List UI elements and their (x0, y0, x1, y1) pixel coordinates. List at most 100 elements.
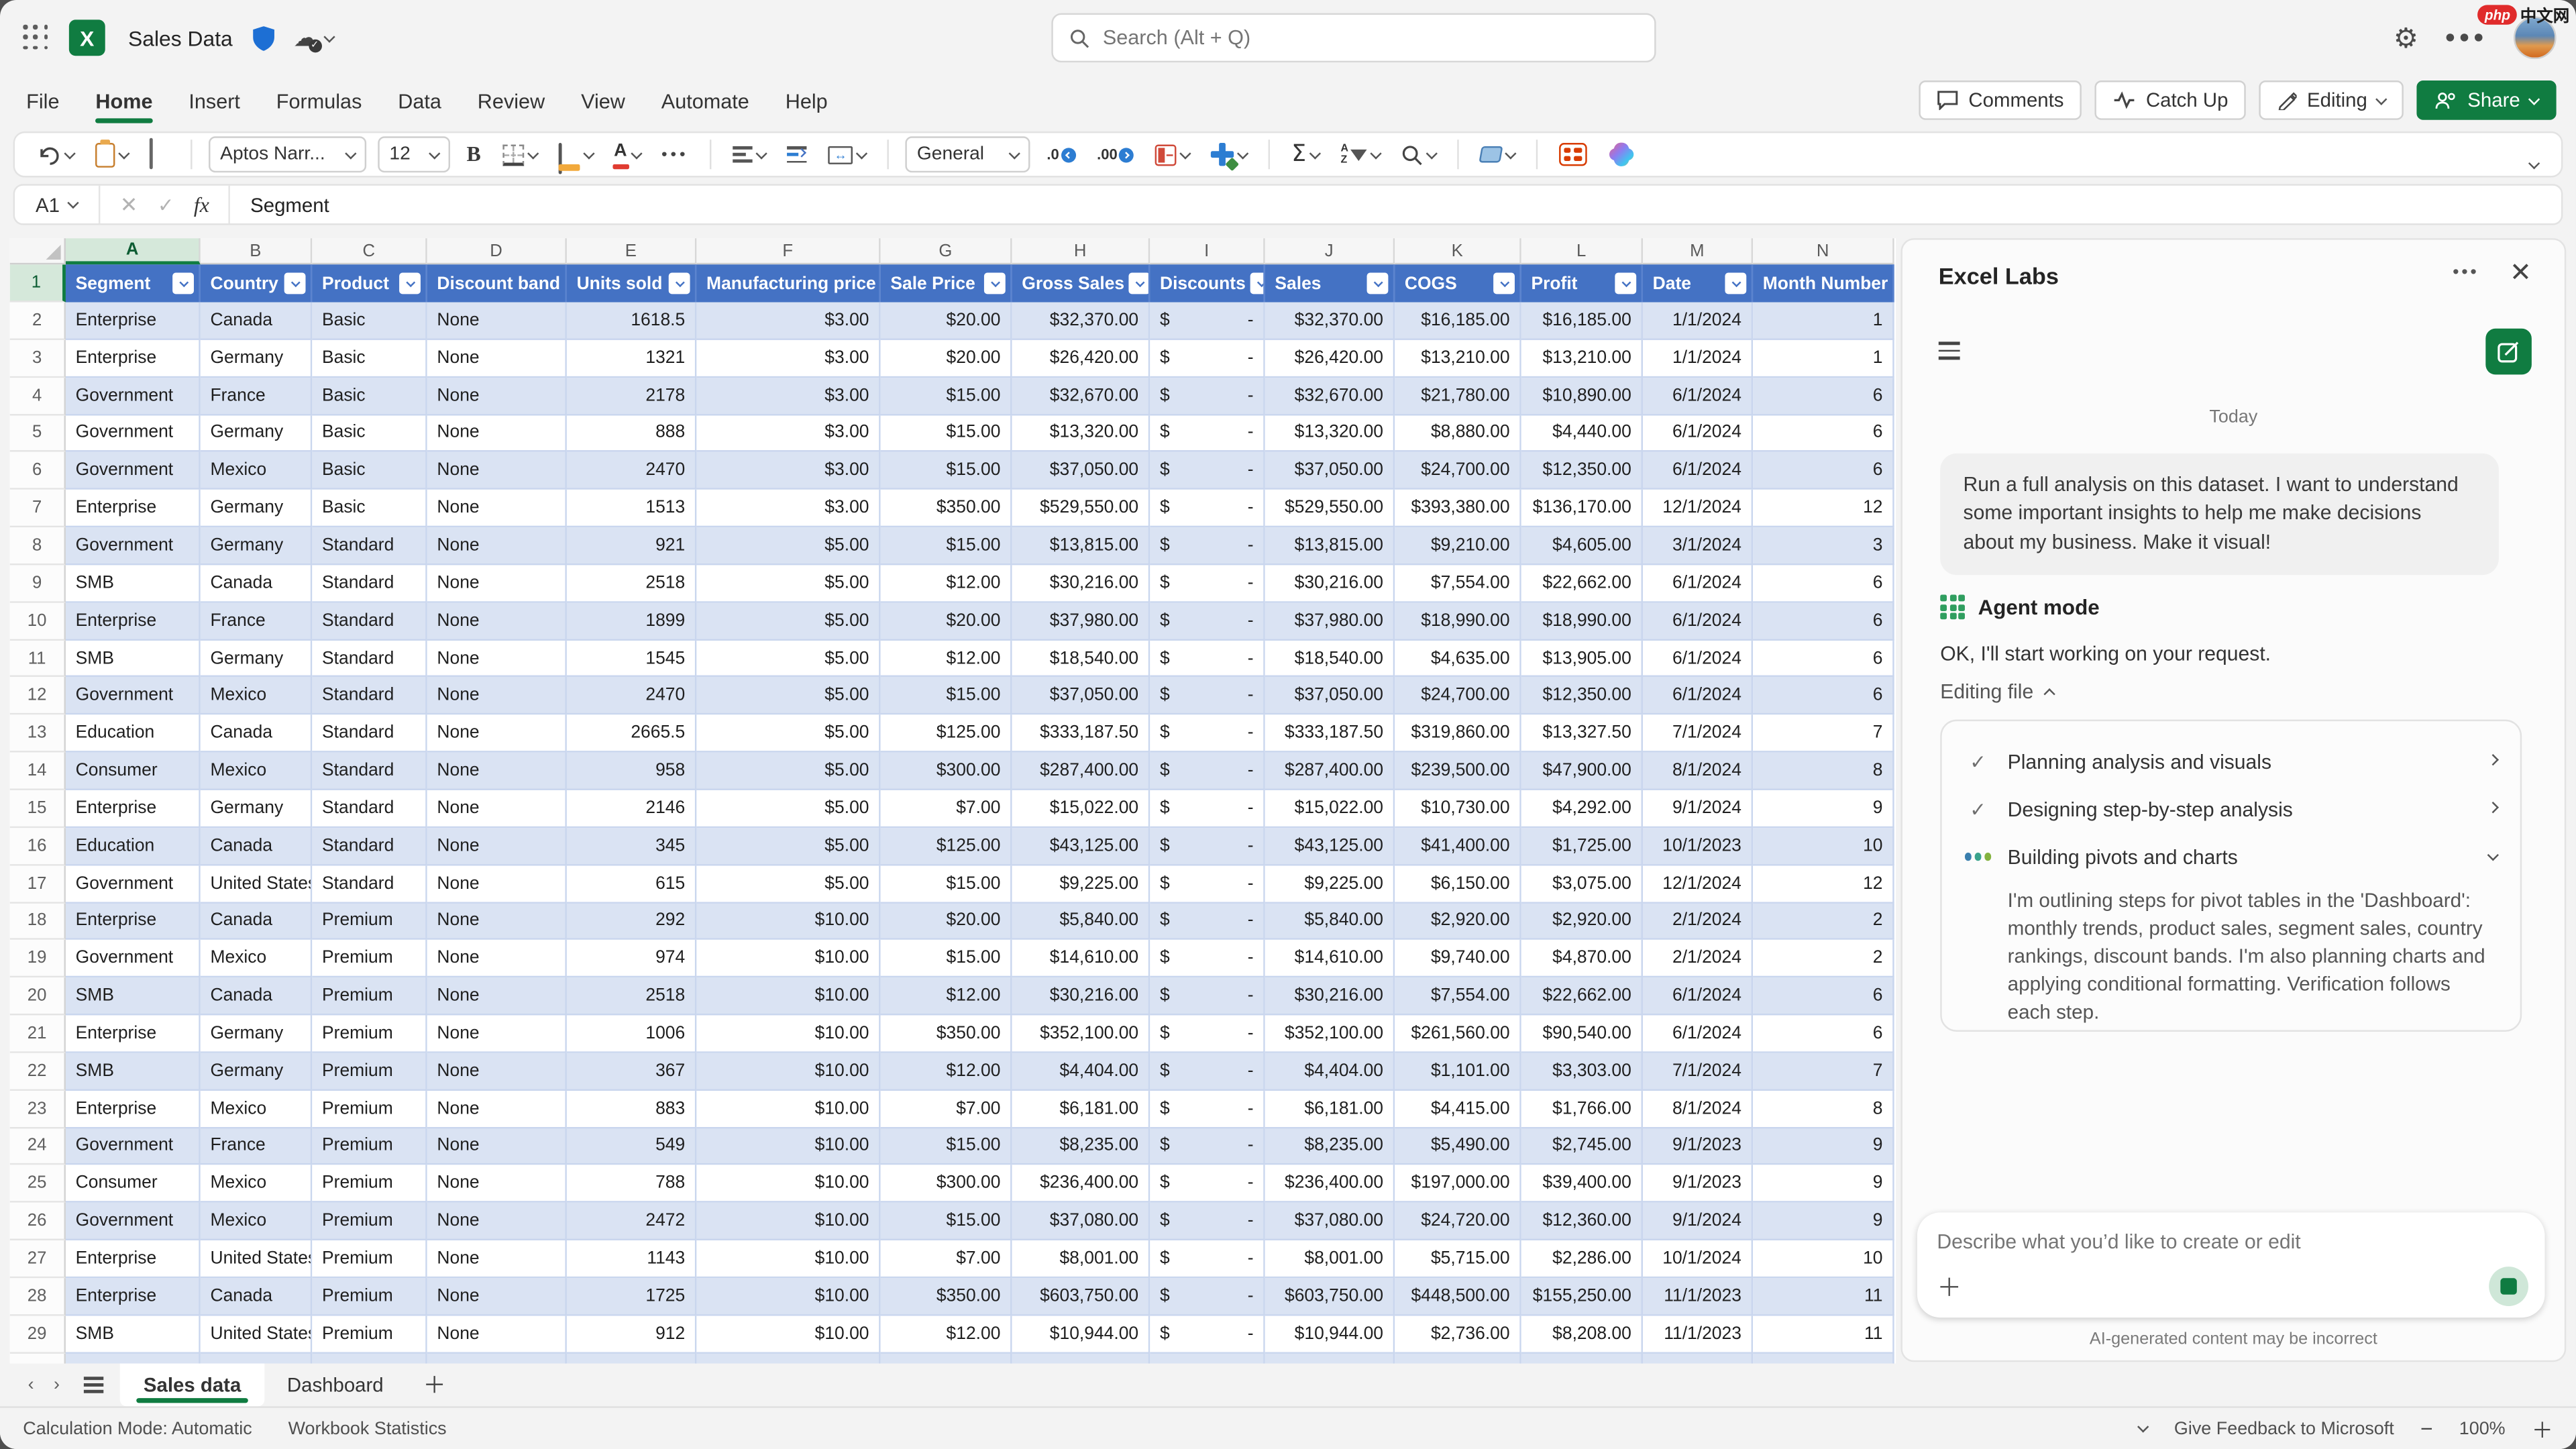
ribbon-collapse-button[interactable] (2530, 146, 2538, 176)
cell[interactable]: $9,210.00 (1395, 527, 1521, 565)
cell[interactable]: $- (1150, 1240, 1265, 1278)
cell[interactable]: $13,210.00 (1395, 340, 1521, 378)
header-cell-country[interactable]: Country (201, 264, 313, 302)
column-header-H[interactable]: H (1012, 238, 1150, 264)
cell[interactable]: $5.00 (696, 865, 880, 903)
cell[interactable]: $10,944.00 (1012, 1316, 1150, 1353)
cell[interactable]: 615 (567, 865, 696, 903)
cell[interactable] (1265, 1353, 1395, 1364)
cell[interactable]: SMB (66, 1053, 201, 1090)
cell[interactable]: $22,662.00 (1521, 565, 1643, 602)
cell[interactable]: 9 (1753, 1165, 1894, 1203)
row-header-12[interactable]: 12 (10, 678, 66, 715)
cell[interactable]: None (427, 602, 567, 640)
menu-tab-formulas[interactable]: Formulas (276, 80, 362, 123)
column-header-M[interactable]: M (1643, 238, 1753, 264)
menu-tab-insert[interactable]: Insert (189, 80, 240, 123)
cell[interactable]: $24,700.00 (1395, 452, 1521, 490)
agent-step-planning-analysis-and-visuals[interactable]: ✓Planning analysis and visuals (1965, 738, 2497, 786)
cell[interactable]: $3,075.00 (1521, 865, 1643, 903)
merge-cells-button[interactable]: ↔ (823, 142, 871, 167)
cell[interactable]: SMB (66, 1316, 201, 1353)
cell[interactable]: Premium (312, 1203, 427, 1240)
agent-step-building-pivots-and-charts[interactable]: Building pivots and charts (1965, 833, 2497, 881)
panel-menu-icon[interactable] (1939, 341, 1960, 359)
cell[interactable]: None (427, 1278, 567, 1316)
cell[interactable]: $3.00 (696, 377, 880, 415)
cell[interactable]: Germany (201, 490, 313, 527)
cell[interactable]: 345 (567, 828, 696, 865)
cell[interactable]: $- (1150, 640, 1265, 678)
cell[interactable]: 11/1/2023 (1643, 1278, 1753, 1316)
column-header-B[interactable]: B (201, 238, 313, 264)
menu-tab-data[interactable]: Data (398, 80, 441, 123)
cell[interactable]: $4,292.00 (1521, 790, 1643, 828)
cell[interactable]: None (427, 1090, 567, 1128)
cell[interactable]: 6/1/2024 (1643, 978, 1753, 1016)
cell[interactable]: None (427, 1016, 567, 1053)
cell[interactable]: $10.00 (696, 978, 880, 1016)
cell[interactable]: $13,815.00 (1265, 527, 1395, 565)
zoom-level[interactable]: 100% (2459, 1419, 2506, 1438)
cell[interactable]: 6/1/2024 (1643, 1016, 1753, 1053)
cell[interactable]: $10,890.00 (1521, 377, 1643, 415)
cell[interactable]: $- (1150, 828, 1265, 865)
cell[interactable]: $37,080.00 (1265, 1203, 1395, 1240)
cell[interactable]: 2 (1753, 903, 1894, 941)
cell[interactable]: $2,286.00 (1521, 1240, 1643, 1278)
workbook-statistics-status[interactable]: Workbook Statistics (288, 1419, 447, 1438)
sort-filter-button[interactable]: AZ (1336, 140, 1385, 170)
cell[interactable]: $5,840.00 (1265, 903, 1395, 941)
cell[interactable]: Premium (312, 1016, 427, 1053)
conditional-formatting-button[interactable] (1150, 140, 1195, 168)
row-header-10[interactable]: 10 (10, 602, 66, 640)
cloud-save-status-icon[interactable]: ☁✓ (293, 25, 333, 50)
cell[interactable]: $26,420.00 (1265, 340, 1395, 378)
row-header-14[interactable]: 14 (10, 753, 66, 790)
cell[interactable]: $12,360.00 (1521, 1203, 1643, 1240)
menu-tab-file[interactable]: File (26, 80, 59, 123)
select-all-corner[interactable] (10, 238, 66, 264)
cell[interactable]: $15.00 (881, 678, 1012, 715)
cell[interactable]: 1899 (567, 602, 696, 640)
filter-dropdown-icon[interactable] (1893, 273, 1894, 294)
cell[interactable]: $- (1150, 565, 1265, 602)
cell[interactable]: $3,303.00 (1521, 1053, 1643, 1090)
more-formatting-button[interactable]: ••• (657, 142, 694, 167)
cell[interactable]: 6 (1753, 565, 1894, 602)
cell[interactable]: $10.00 (696, 941, 880, 978)
cell[interactable]: 6/1/2024 (1643, 452, 1753, 490)
header-cell-sale-price[interactable]: Sale Price (881, 264, 1012, 302)
row-header-7[interactable]: 7 (10, 490, 66, 527)
cell[interactable]: None (427, 415, 567, 452)
row-header-24[interactable]: 24 (10, 1128, 66, 1165)
cell[interactable]: United States (201, 865, 313, 903)
cell[interactable]: None (427, 678, 567, 715)
cell[interactable]: 1545 (567, 640, 696, 678)
menu-tab-help[interactable]: Help (786, 80, 828, 123)
cell[interactable]: $7.00 (881, 1240, 1012, 1278)
cell[interactable]: $32,670.00 (1012, 377, 1150, 415)
cell[interactable]: $37,050.00 (1265, 452, 1395, 490)
cell[interactable]: 10 (1753, 828, 1894, 865)
cell[interactable]: Mexico (201, 452, 313, 490)
cell[interactable]: Standard (312, 565, 427, 602)
cell[interactable]: Germany (201, 527, 313, 565)
cell[interactable]: 6/1/2024 (1643, 678, 1753, 715)
cell[interactable]: $4,404.00 (1265, 1053, 1395, 1090)
cell[interactable]: 2178 (567, 377, 696, 415)
cell[interactable]: 6 (1753, 1016, 1894, 1053)
row-header-1[interactable]: 1 (10, 264, 66, 302)
filter-dropdown-icon[interactable] (399, 273, 421, 294)
cell[interactable]: 11 (1753, 1316, 1894, 1353)
filter-dropdown-icon[interactable] (1493, 273, 1515, 294)
cell[interactable]: Premium (312, 1165, 427, 1203)
cell[interactable]: None (427, 1128, 567, 1165)
cell[interactable]: $5.00 (696, 828, 880, 865)
cell[interactable]: $7,554.00 (1395, 565, 1521, 602)
cell[interactable] (1150, 1353, 1265, 1364)
cell[interactable]: $300.00 (881, 1165, 1012, 1203)
cell[interactable]: $4,404.00 (1012, 1053, 1150, 1090)
fill-color-button[interactable] (553, 140, 598, 168)
cell[interactable]: $15,022.00 (1012, 790, 1150, 828)
